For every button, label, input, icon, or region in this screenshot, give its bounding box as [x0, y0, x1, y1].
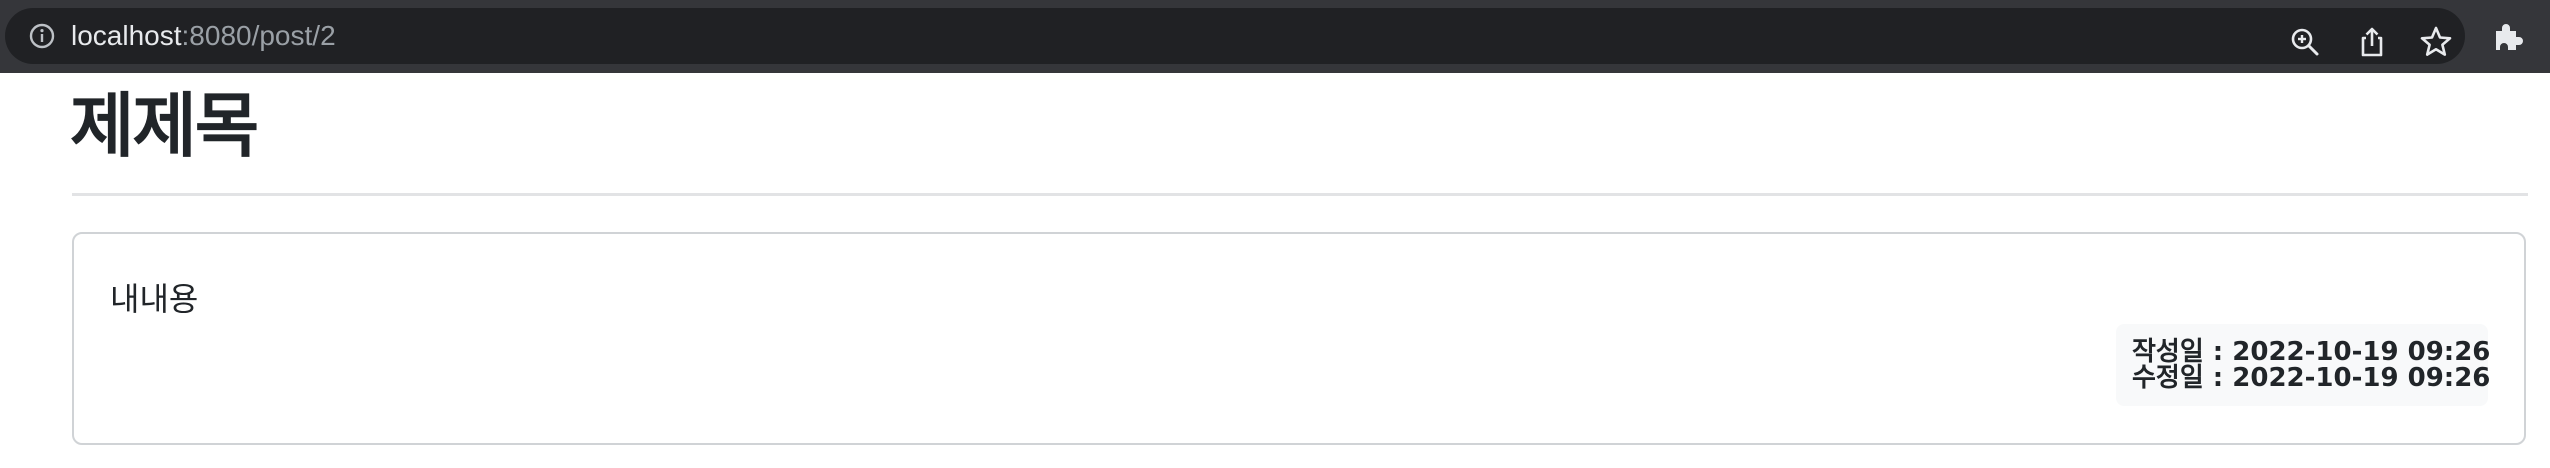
title-divider — [72, 193, 2528, 196]
url-host: localhost — [71, 20, 182, 51]
post-title: 제제목 — [70, 85, 259, 167]
modified-date: 수정일 : 2022-10-19 09:26 — [2132, 363, 2491, 393]
post-content: 내내용 — [110, 280, 199, 318]
post-dates-box: 작성일 : 2022-10-19 09:26 수정일 : 2022-10-19 … — [2116, 324, 2491, 406]
zoom-icon[interactable] — [2288, 25, 2322, 59]
browser-toolbar: localhost:8080/post/2 — [0, 0, 2550, 73]
info-icon[interactable] — [29, 23, 55, 49]
bookmark-star-icon[interactable] — [2419, 25, 2453, 59]
post-card: 내내용 작성일 : 2022-10-19 09:26 수정일 : 2022-10… — [72, 232, 2526, 445]
url-path: :8080/post/2 — [181, 20, 336, 51]
page-content: 제제목 내내용 작성일 : 2022-10-19 09:26 수정일 : 202… — [0, 73, 2550, 468]
url-text[interactable]: localhost:8080/post/2 — [71, 8, 336, 64]
share-icon[interactable] — [2355, 25, 2389, 59]
extensions-puzzle-icon[interactable] — [2491, 19, 2525, 53]
address-bar[interactable]: localhost:8080/post/2 — [5, 8, 2465, 64]
created-date: 작성일 : 2022-10-19 09:26 — [2132, 337, 2491, 367]
